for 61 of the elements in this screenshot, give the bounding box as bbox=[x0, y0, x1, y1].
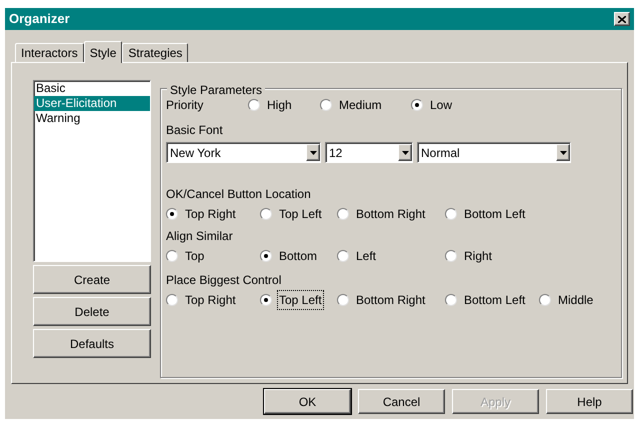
radio-label: Top Left bbox=[278, 206, 323, 223]
caret-icon bbox=[560, 150, 566, 154]
radio-label: Bottom bbox=[278, 248, 318, 265]
dialog-button[interactable]: Cancel bbox=[358, 389, 445, 414]
dropdown[interactable]: New York bbox=[166, 142, 321, 163]
radio-label: Top Right bbox=[184, 292, 237, 309]
radio-label: Medium bbox=[338, 97, 383, 114]
side-button[interactable]: Delete bbox=[33, 297, 151, 326]
close-icon bbox=[618, 16, 626, 22]
dialog-button[interactable]: Help bbox=[546, 389, 633, 414]
radio-button[interactable] bbox=[166, 294, 178, 306]
radio-button[interactable] bbox=[337, 250, 349, 262]
radio-button[interactable] bbox=[248, 99, 260, 111]
radio-label: Low bbox=[429, 97, 454, 114]
tab[interactable]: Strategies bbox=[122, 43, 188, 62]
radio-label: Bottom Left bbox=[463, 292, 526, 309]
side-button[interactable]: Defaults bbox=[33, 329, 151, 358]
radio-label: Left bbox=[355, 248, 378, 265]
tab[interactable]: Interactors bbox=[15, 43, 84, 62]
group-label: Align Similar bbox=[166, 228, 234, 245]
radio-label: Middle bbox=[557, 292, 594, 309]
dialog-button[interactable]: OK bbox=[264, 389, 351, 414]
font-label: Basic Font bbox=[166, 122, 224, 139]
radio-label: Top bbox=[184, 248, 206, 265]
radio-label: Top Left bbox=[278, 291, 323, 309]
dropdown-button[interactable] bbox=[398, 144, 412, 161]
radio-label: Top Right bbox=[184, 206, 237, 223]
radio-button[interactable] bbox=[539, 294, 551, 306]
radio-button[interactable] bbox=[260, 208, 272, 220]
radio-button[interactable] bbox=[411, 99, 423, 111]
radio-label: Right bbox=[463, 248, 494, 265]
radio-button[interactable] bbox=[320, 99, 332, 111]
radio-label: Bottom Left bbox=[463, 206, 526, 223]
dropdown[interactable]: Normal bbox=[417, 142, 571, 163]
radio-button[interactable] bbox=[166, 250, 178, 262]
radio-button[interactable] bbox=[260, 294, 272, 306]
radio-button[interactable] bbox=[260, 250, 272, 262]
group-label: OK/Cancel Button Location bbox=[166, 186, 312, 203]
priority-label: Priority bbox=[166, 97, 204, 114]
radio-button[interactable] bbox=[445, 208, 457, 220]
side-button[interactable]: Create bbox=[33, 265, 151, 294]
close-button[interactable] bbox=[614, 12, 630, 26]
tab[interactable]: Style bbox=[84, 41, 122, 63]
radio-button[interactable] bbox=[445, 250, 457, 262]
radio-label: Bottom Right bbox=[355, 292, 426, 309]
radio-label: High bbox=[266, 97, 293, 114]
radio-button[interactable] bbox=[337, 294, 349, 306]
caret-icon bbox=[402, 150, 408, 154]
dropdown-button[interactable] bbox=[306, 144, 320, 161]
radio-button[interactable] bbox=[166, 208, 178, 220]
radio-button[interactable] bbox=[337, 208, 349, 220]
radio-label: Bottom Right bbox=[355, 206, 426, 223]
dropdown[interactable]: 12 bbox=[325, 142, 413, 163]
list-item[interactable]: User-Elicitation bbox=[34, 96, 150, 111]
group-label: Place Biggest Control bbox=[166, 272, 282, 289]
list-item[interactable]: Warning bbox=[34, 111, 150, 126]
dropdown-button[interactable] bbox=[556, 144, 570, 161]
radio-button[interactable] bbox=[445, 294, 457, 306]
caret-icon bbox=[310, 150, 316, 154]
window-title: Organizer bbox=[9, 10, 70, 28]
list-item[interactable]: Basic bbox=[34, 81, 150, 96]
